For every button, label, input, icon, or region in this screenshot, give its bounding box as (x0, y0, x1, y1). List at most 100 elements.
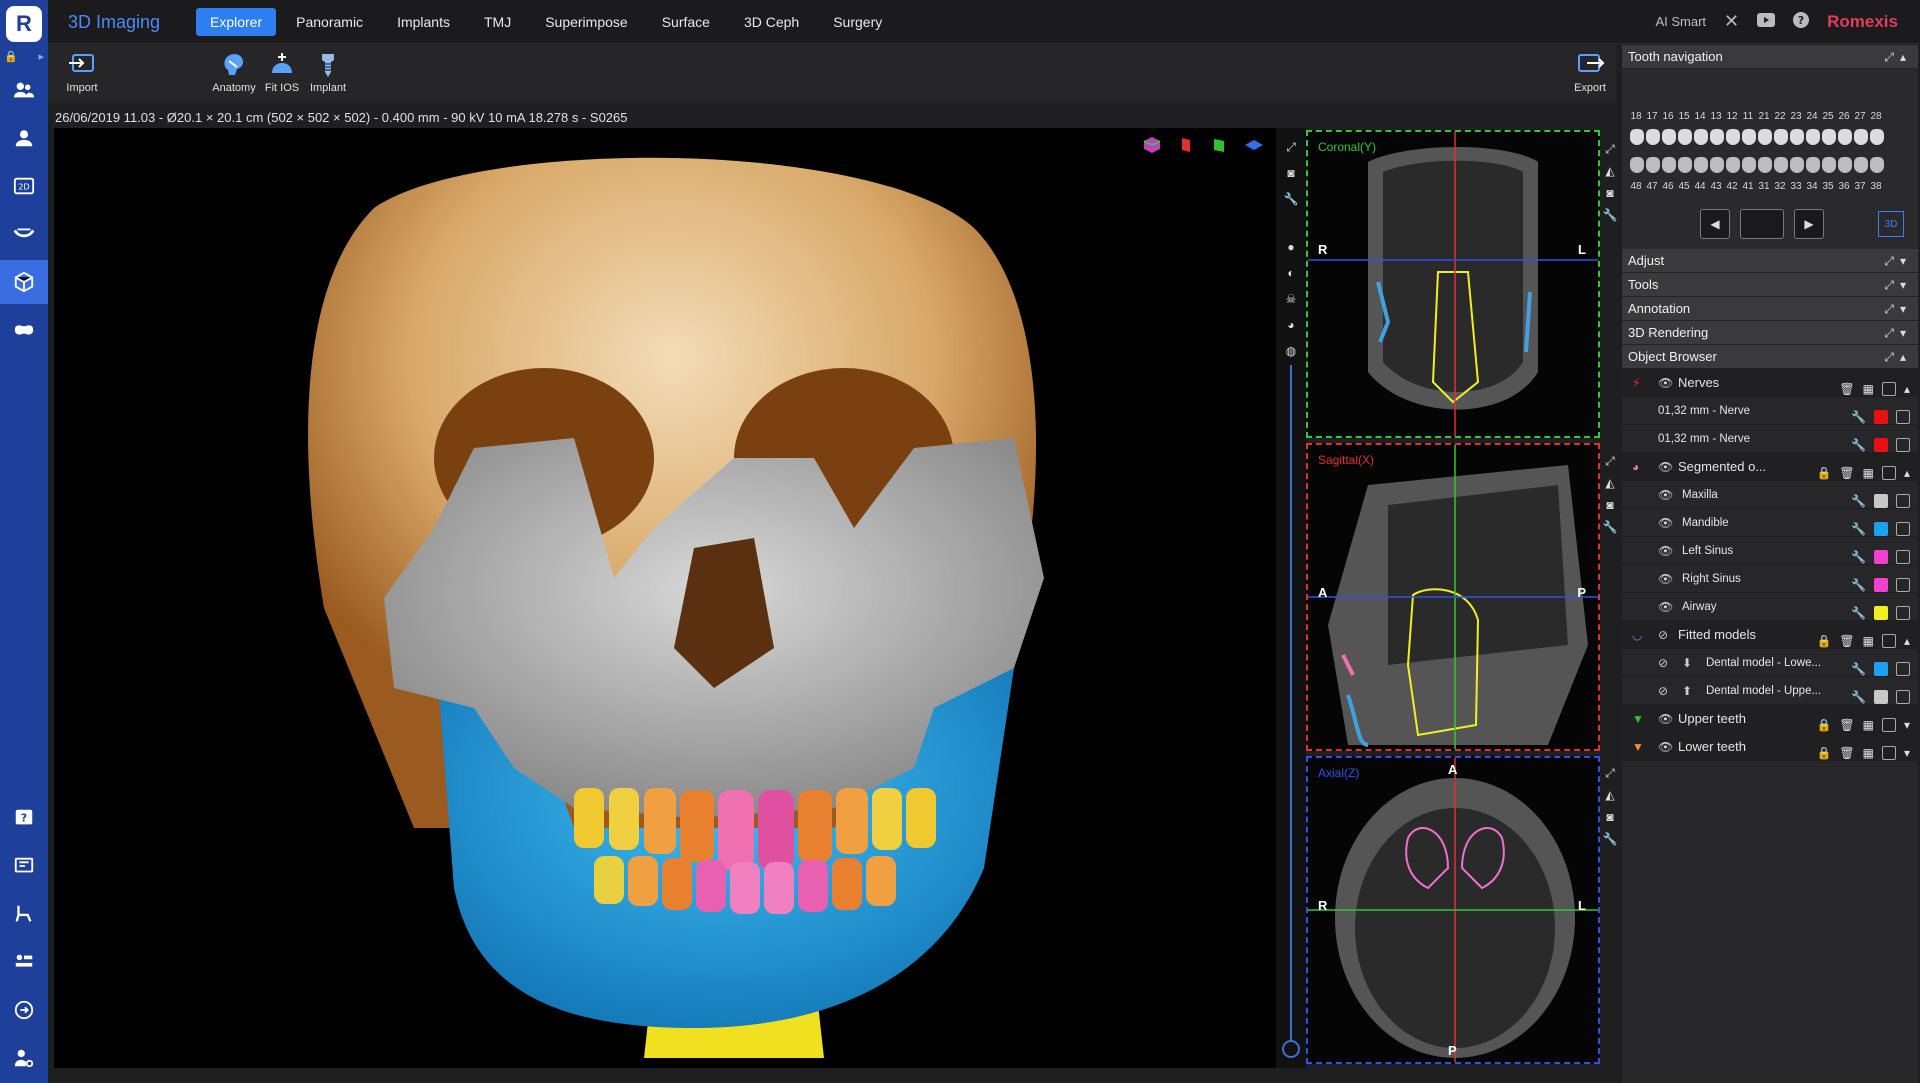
visibility-eye-icon[interactable]: 👁 (1658, 593, 1673, 621)
color-swatch[interactable] (1874, 690, 1888, 704)
segmented-item-maxilla[interactable]: 👁 Maxilla 🔧 (1622, 481, 1918, 509)
coronal-cut-icon[interactable]: ◭ (1600, 160, 1620, 182)
2d-imaging-icon[interactable]: 2D (0, 164, 48, 208)
tooth-icon[interactable] (1646, 157, 1660, 173)
close-icon[interactable]: ✕ (1724, 11, 1739, 32)
tooth-number[interactable]: 25 (1822, 111, 1834, 122)
tooth-number[interactable]: 14 (1694, 111, 1706, 122)
coronal-maximize-icon[interactable]: ⤢ (1600, 138, 1620, 160)
select-checkbox[interactable] (1896, 578, 1910, 592)
object-browser-header[interactable]: Object Browser ⤢▴ (1622, 345, 1918, 369)
workflow-icon[interactable] (0, 940, 48, 984)
annotation-header[interactable]: Annotation ⤢▾ (1622, 297, 1918, 321)
implant-button[interactable]: Implant (300, 51, 356, 101)
model-scan-icon[interactable] (0, 308, 48, 352)
tooth-number[interactable]: 36 (1838, 181, 1850, 192)
color-swatch[interactable] (1874, 662, 1888, 676)
tooth-number[interactable]: 42 (1726, 181, 1738, 192)
tooth-icon[interactable] (1870, 129, 1884, 145)
ai-smart-label[interactable]: AI Smart (1655, 14, 1706, 29)
tooth-number[interactable]: 13 (1710, 111, 1722, 122)
tooth-number[interactable]: 33 (1790, 181, 1802, 192)
tooth-icon[interactable] (1758, 129, 1772, 145)
select-checkbox[interactable] (1896, 690, 1910, 704)
tooth-number[interactable]: 23 (1790, 111, 1802, 122)
tooth-number[interactable]: 21 (1758, 111, 1770, 122)
tooth-preset-icon[interactable]: ● (1281, 238, 1301, 256)
visibility-eye-icon[interactable]: 👁 (1658, 733, 1673, 761)
view-3d-cube-icon[interactable] (1142, 136, 1162, 154)
nerves-group[interactable]: ⚡ 👁 Nerves 🗑 ▦ ▴ (1622, 369, 1918, 397)
tooth-number[interactable]: 15 (1678, 111, 1690, 122)
tab-panoramic[interactable]: Panoramic (282, 8, 377, 36)
dental-chair-icon[interactable] (0, 892, 48, 936)
view-coronal-icon[interactable] (1210, 136, 1230, 154)
tooth-icon[interactable] (1726, 129, 1740, 145)
view-3d-button[interactable]: 3D (1878, 211, 1904, 237)
visibility-eye-icon[interactable]: 👁 (1658, 481, 1673, 509)
head-preset-icon[interactable]: ◐ (1281, 264, 1301, 282)
upper-teeth-group[interactable]: ▼ 👁 Upper teeth 🔒 🗑 ▦ ▾ (1622, 705, 1918, 733)
segmented-item-right-sinus[interactable]: 👁 Right Sinus 🔧 (1622, 565, 1918, 593)
tab-superimpose[interactable]: Superimpose (531, 8, 642, 36)
tooth-number[interactable]: 48 (1630, 181, 1642, 192)
tooth-number[interactable]: 35 (1822, 181, 1834, 192)
tooth-icon[interactable] (1694, 129, 1708, 145)
coronal-slice-view[interactable]: Coronal(Y) R L (1306, 130, 1600, 438)
coronal-camera-icon[interactable]: ◙ (1600, 182, 1620, 204)
color-swatch[interactable] (1874, 438, 1888, 452)
tab-3d-ceph[interactable]: 3D Ceph (730, 8, 813, 36)
tooth-number[interactable]: 22 (1774, 111, 1786, 122)
tooth-icon[interactable] (1662, 157, 1676, 173)
tooth-number-field[interactable] (1740, 209, 1784, 239)
visibility-hidden-icon[interactable]: ⊘ (1658, 649, 1668, 677)
color-swatch[interactable] (1874, 522, 1888, 536)
lower-teeth-group[interactable]: ▼ 👁 Lower teeth 🔒 🗑 ▦ ▾ (1622, 733, 1918, 761)
visibility-eye-icon[interactable]: 👁 (1658, 537, 1673, 565)
coronal-wrench-icon[interactable]: 🔧 (1600, 204, 1620, 226)
tooth-icon[interactable] (1694, 157, 1708, 173)
tooth-number[interactable]: 16 (1662, 111, 1674, 122)
tooth-number[interactable]: 34 (1806, 181, 1818, 192)
tooth-number[interactable]: 24 (1806, 111, 1818, 122)
sagittal-wrench-icon[interactable]: 🔧 (1600, 516, 1620, 538)
3d-imaging-icon[interactable] (0, 260, 48, 304)
threshold-slider-track[interactable] (1290, 365, 1292, 1045)
tab-explorer[interactable]: Explorer (196, 8, 277, 36)
lock-icon[interactable]: 🔒 (1816, 739, 1831, 767)
panoramic-icon[interactable] (0, 212, 48, 256)
select-checkbox[interactable] (1896, 494, 1910, 508)
select-checkbox[interactable] (1896, 410, 1910, 424)
tooth-icon[interactable] (1822, 129, 1836, 145)
visibility-eye-icon[interactable]: 👁 (1658, 453, 1673, 481)
help-icon[interactable]: ? (0, 796, 48, 840)
tooth-icon[interactable] (1758, 157, 1772, 173)
camera-icon[interactable]: ◙ (1281, 164, 1301, 182)
color-palette-icon[interactable]: ▦ (1863, 739, 1874, 767)
tooth-icon[interactable] (1774, 157, 1788, 173)
tooth-icon[interactable] (1630, 129, 1644, 145)
import-button[interactable]: Import (54, 51, 110, 101)
tooth-icon[interactable] (1854, 157, 1868, 173)
tooth-number[interactable]: 32 (1774, 181, 1786, 192)
segmented-objects-group[interactable]: ◕ 👁 Segmented o... 🔒 🗑 ▦ ▴ (1622, 453, 1918, 481)
tooth-icon[interactable] (1838, 157, 1852, 173)
tooth-icon[interactable] (1806, 157, 1820, 173)
select-checkbox[interactable] (1881, 746, 1896, 760)
tools-header[interactable]: Tools ⤢▾ (1622, 273, 1918, 297)
sagittal-maximize-icon[interactable]: ⤢ (1600, 450, 1620, 472)
maximize-icon[interactable]: ⤢ (1281, 138, 1301, 156)
tooth-number[interactable]: 47 (1646, 181, 1658, 192)
color-swatch[interactable] (1874, 410, 1888, 424)
bone-preset-icon[interactable]: ◍ (1281, 342, 1301, 360)
tooth-number[interactable]: 18 (1630, 111, 1642, 122)
tab-surface[interactable]: Surface (648, 8, 724, 36)
tooth-icon[interactable] (1678, 129, 1692, 145)
tooth-icon[interactable] (1630, 157, 1644, 173)
tooth-icon[interactable] (1790, 129, 1804, 145)
tooth-icon[interactable] (1854, 129, 1868, 145)
color-swatch[interactable] (1874, 606, 1888, 620)
visibility-eye-icon[interactable]: 👁 (1658, 565, 1673, 593)
3d-render-viewport[interactable] (54, 128, 1276, 1068)
visibility-eye-icon[interactable]: 👁 (1658, 705, 1673, 733)
